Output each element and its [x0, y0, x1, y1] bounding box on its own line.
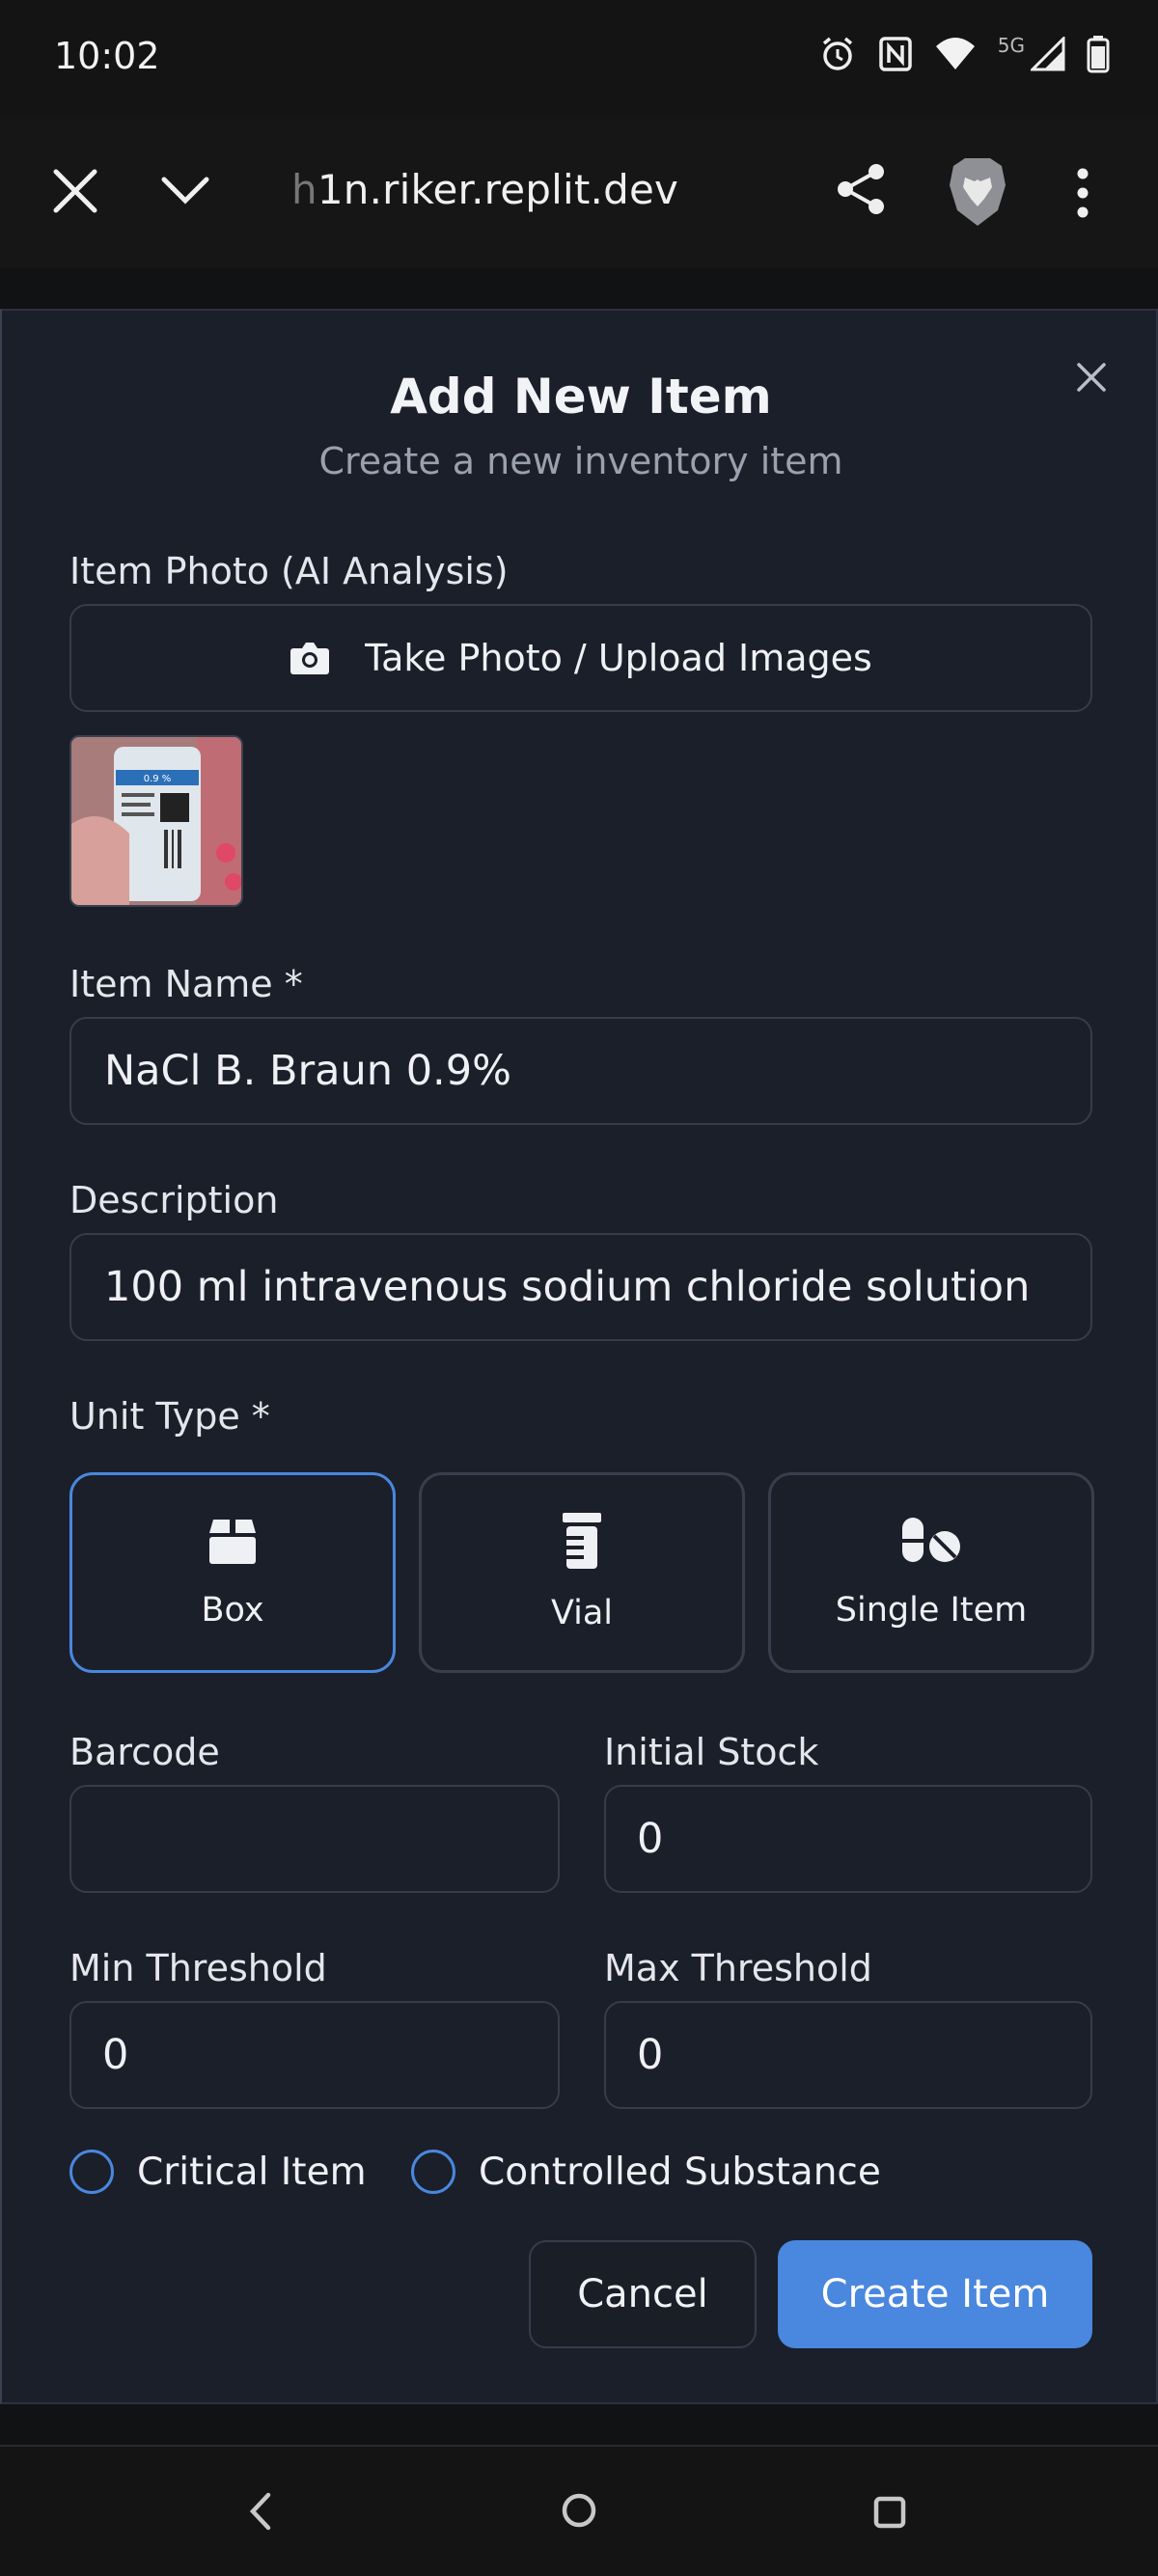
- battery-icon: [1087, 36, 1110, 73]
- unit-option-single-item[interactable]: Single Item: [768, 1472, 1094, 1673]
- critical-item-checkbox[interactable]: Critical Item: [69, 2150, 367, 2194]
- photo-thumbnail[interactable]: 0.9 %: [69, 735, 243, 907]
- min-threshold-input[interactable]: 0: [69, 2001, 560, 2109]
- upload-photo-label: Take Photo / Upload Images: [365, 637, 872, 679]
- box-icon: [209, 1520, 256, 1564]
- nfc-icon: [879, 37, 912, 71]
- browser-toolbar: h1n.riker.replit.dev: [0, 116, 1158, 268]
- barcode-input[interactable]: [69, 1785, 560, 1893]
- item-name-input[interactable]: NaCl B. Braun 0.9%: [69, 1017, 1092, 1125]
- brave-shield-icon[interactable]: [946, 156, 1009, 228]
- vial-icon: [563, 1513, 601, 1569]
- home-icon[interactable]: [560, 2491, 598, 2530]
- controlled-substance-checkbox[interactable]: Controlled Substance: [411, 2150, 881, 2194]
- thumbnail-label-text: 0.9 %: [144, 774, 172, 784]
- share-icon[interactable]: [832, 160, 890, 218]
- pills-icon: [902, 1518, 960, 1562]
- network-type-label: 5G: [997, 34, 1025, 57]
- recents-icon[interactable]: [872, 2495, 907, 2530]
- description-input[interactable]: 100 ml intravenous sodium chloride solut…: [69, 1233, 1092, 1341]
- dialog-title: Add New Item: [390, 369, 772, 425]
- controlled-substance-radio[interactable]: [411, 2150, 455, 2194]
- unit-option-label: Box: [201, 1591, 264, 1630]
- status-time: 10:02: [54, 35, 160, 77]
- thumbnail-image: 0.9 %: [71, 737, 241, 905]
- back-icon[interactable]: [245, 2491, 276, 2532]
- unit-option-label: Single Item: [835, 1591, 1028, 1630]
- controlled-substance-label: Controlled Substance: [479, 2150, 881, 2194]
- max-threshold-input[interactable]: 0: [604, 2001, 1092, 2109]
- url-bar[interactable]: h1n.riker.replit.dev: [291, 166, 678, 213]
- cancel-button[interactable]: Cancel: [529, 2240, 757, 2348]
- unit-option-label: Vial: [550, 1594, 614, 1632]
- wifi-icon: [935, 38, 975, 69]
- upload-photo-button[interactable]: Take Photo / Upload Images: [69, 604, 1092, 712]
- item-name-label: Item Name *: [69, 963, 303, 1005]
- add-item-dialog: Add New Item Create a new inventory item…: [0, 309, 1158, 2404]
- alarm-icon: [822, 37, 852, 70]
- status-bar: 10:02 5G: [0, 0, 1158, 116]
- initial-stock-input[interactable]: 0: [604, 1785, 1092, 1893]
- system-nav-bar: [0, 2445, 1158, 2576]
- signal-icon: [1031, 37, 1065, 71]
- unit-option-box[interactable]: Box: [69, 1472, 396, 1673]
- unit-type-label: Unit Type *: [69, 1395, 270, 1438]
- create-item-button[interactable]: Create Item: [778, 2240, 1092, 2348]
- description-label: Description: [69, 1179, 279, 1221]
- url-text: 1n.riker.replit.dev: [317, 166, 679, 213]
- close-tab-icon[interactable]: [50, 166, 100, 216]
- url-faded-prefix: h: [291, 166, 317, 213]
- barcode-label: Barcode: [69, 1731, 220, 1773]
- critical-item-label: Critical Item: [137, 2150, 367, 2194]
- status-icons: 5G: [818, 34, 1110, 73]
- chevron-down-icon[interactable]: [160, 170, 210, 212]
- max-threshold-label: Max Threshold: [604, 1947, 872, 1989]
- initial-stock-label: Initial Stock: [604, 1731, 819, 1773]
- overflow-menu-icon[interactable]: [1069, 166, 1096, 220]
- unit-option-vial[interactable]: Vial: [419, 1472, 745, 1673]
- camera-icon: [290, 643, 330, 674]
- dialog-subtitle: Create a new inventory item: [318, 440, 843, 482]
- min-threshold-label: Min Threshold: [69, 1947, 327, 1989]
- critical-item-radio[interactable]: [69, 2150, 114, 2194]
- item-photo-label: Item Photo (AI Analysis): [69, 550, 509, 592]
